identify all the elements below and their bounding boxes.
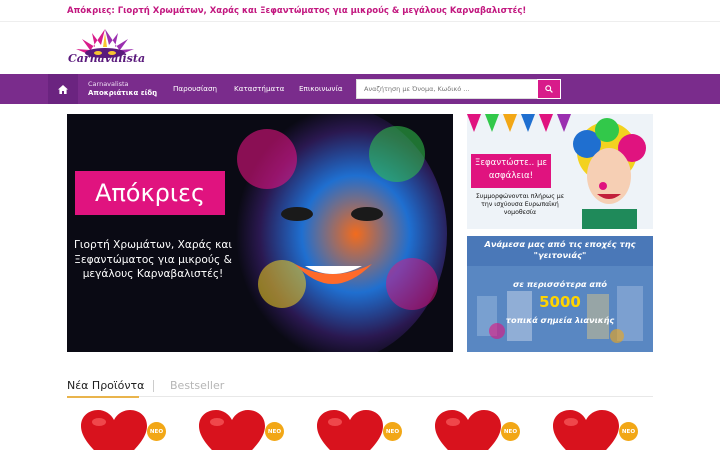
tab-divider (153, 380, 154, 392)
new-badge: ΝΕΟ (147, 422, 166, 441)
new-badge: ΝΕΟ (265, 422, 284, 441)
stores-count: 5000 (539, 293, 581, 311)
heart-balloon-image (317, 410, 383, 450)
nav-link-stores[interactable]: Καταστήματα (234, 84, 284, 93)
product-card[interactable]: ΝΕΟ (315, 408, 415, 450)
nav-link-contact[interactable]: Επικοινωνία (299, 84, 343, 93)
new-badge: ΝΕΟ (383, 422, 402, 441)
tab-bestseller[interactable]: Bestseller (170, 379, 224, 392)
announcement-text: Απόκριες: Γιορτή Χρωμάτων, Χαράς και Ξεφ… (67, 6, 527, 16)
new-badge: ΝΕΟ (501, 422, 520, 441)
stores-banner-heading: Ανάμεσα μας από τις εποχές της "γειτονιά… (484, 239, 636, 260)
product-grid: ΝΕΟ ΝΕΟ ΝΕΟ ΝΕΟ ΝΕΟ (67, 408, 653, 450)
tab-new-products[interactable]: Νέα Προϊόντα (67, 379, 144, 392)
heart-balloon-image (553, 410, 619, 450)
heart-balloon-image (81, 410, 147, 450)
hero-subtitle: Γιορτή Χρωμάτων, Χαράς και Ξεφαντώματος … (74, 239, 232, 280)
product-card[interactable]: ΝΕΟ (433, 408, 533, 450)
new-badge: ΝΕΟ (619, 422, 638, 441)
home-icon (58, 84, 68, 94)
stores-banner[interactable]: Ανάμεσα μας από τις εποχές της "γειτονιά… (467, 236, 653, 352)
product-card[interactable]: ΝΕΟ (79, 408, 179, 450)
categories-dropdown[interactable]: Carnavalista Αποκριάτικα είδη ⌄ (82, 77, 160, 101)
active-tab-underline (67, 396, 139, 398)
stores-banner-line: σε περισσότερα από (512, 279, 608, 289)
product-card[interactable]: ΝΕΟ (551, 408, 651, 450)
home-button[interactable] (48, 74, 78, 104)
categories-brand-label: Carnavalista (88, 80, 129, 88)
product-card[interactable]: ΝΕΟ (197, 408, 297, 450)
safety-banner-text: Συμμορφώνονται πλήρως με την ισχύουσα Ευ… (475, 193, 565, 216)
heart-balloon-image (199, 410, 265, 450)
neon-face-image (67, 114, 453, 352)
safety-banner[interactable]: Ξεφαντώστε.. με ασφάλεια! Συμμορφώνονται… (467, 114, 653, 229)
product-tabs: Νέα Προϊόντα Bestseller (67, 379, 653, 398)
chevron-down-icon: ⌄ (152, 90, 158, 98)
search-input[interactable] (356, 79, 537, 99)
categories-label: Αποκριάτικα είδη (88, 89, 158, 97)
safety-banner-tag: Ξεφαντώστε.. με ασφάλεια! (471, 154, 551, 188)
stores-banner-footer: τοπικά σημεία λιανικής (505, 315, 615, 325)
heart-balloon-image (435, 410, 501, 450)
search-icon (545, 85, 553, 93)
logo-wordmark: Carnavalista (68, 52, 146, 65)
site-logo[interactable]: Carnavalista (68, 27, 146, 71)
top-announcement-bar: Απόκριες: Γιορτή Χρωμάτων, Χαράς και Ξεφ… (0, 0, 720, 22)
nav-link-presentation[interactable]: Παρουσίαση (173, 84, 217, 93)
search-bar (356, 79, 561, 99)
search-button[interactable] (537, 79, 561, 99)
hero-title: Απόκριες (75, 171, 225, 215)
hero-banner[interactable]: Απόκριες Γιορτή Χρωμάτων, Χαράς και Ξεφα… (67, 114, 453, 352)
